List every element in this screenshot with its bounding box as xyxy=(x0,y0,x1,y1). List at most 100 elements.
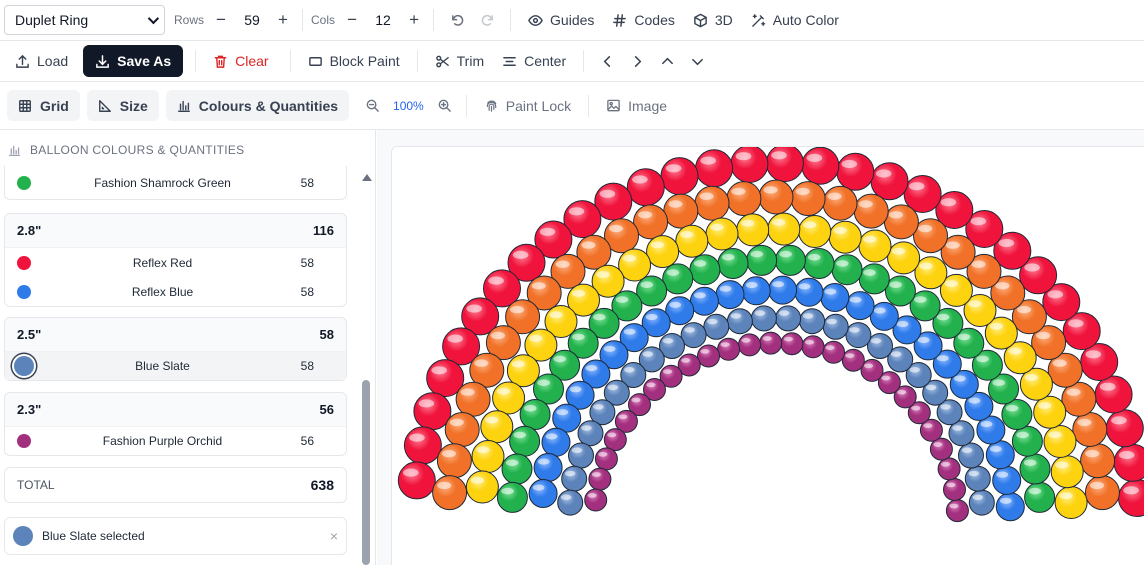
balloon[interactable] xyxy=(1043,425,1077,458)
auto-color-button[interactable]: Auto Color xyxy=(742,5,848,35)
balloon[interactable] xyxy=(603,428,627,452)
tab-size[interactable]: Size xyxy=(86,90,159,121)
balloon[interactable] xyxy=(594,447,618,471)
scroll-thumb[interactable] xyxy=(362,380,370,565)
cols-decrement-button[interactable]: − xyxy=(341,9,363,31)
balloon[interactable] xyxy=(533,453,563,482)
balloon[interactable] xyxy=(883,204,919,240)
balloon[interactable] xyxy=(858,263,890,295)
balloon[interactable] xyxy=(858,229,892,263)
balloon[interactable] xyxy=(1094,375,1133,414)
balloon[interactable] xyxy=(509,425,541,457)
balloon[interactable] xyxy=(768,275,798,305)
nudge-down-button[interactable] xyxy=(682,46,712,76)
colour-item[interactable]: Reflex Blue 58 xyxy=(5,277,346,306)
balloon[interactable] xyxy=(1084,475,1120,511)
balloon[interactable] xyxy=(799,308,826,335)
balloon[interactable] xyxy=(884,275,916,307)
guides-button[interactable]: Guides xyxy=(519,5,603,35)
balloon[interactable] xyxy=(794,277,824,307)
nudge-right-button[interactable] xyxy=(622,46,652,76)
balloon[interactable] xyxy=(662,263,694,295)
balloon[interactable] xyxy=(726,308,753,335)
balloon[interactable] xyxy=(584,488,608,512)
rows-value[interactable]: 59 xyxy=(232,12,272,28)
balloon[interactable] xyxy=(1118,479,1144,517)
balloon[interactable] xyxy=(480,410,514,444)
balloon[interactable] xyxy=(774,244,806,276)
balloon[interactable] xyxy=(694,185,730,221)
balloon[interactable] xyxy=(695,149,734,188)
codes-button[interactable]: Codes xyxy=(603,5,683,35)
balloon[interactable] xyxy=(937,457,961,481)
balloon[interactable] xyxy=(867,333,893,359)
center-button[interactable]: Center xyxy=(493,46,575,76)
balloon[interactable] xyxy=(738,333,761,357)
balloon[interactable] xyxy=(455,381,491,417)
scroll-up-arrow[interactable] xyxy=(362,174,372,181)
balloon[interactable] xyxy=(741,276,771,306)
balloon[interactable] xyxy=(675,224,709,258)
balloon[interactable] xyxy=(841,348,865,372)
balloon[interactable] xyxy=(958,442,984,469)
balloon[interactable] xyxy=(995,492,1025,522)
balloon[interactable] xyxy=(746,244,778,276)
balloon[interactable] xyxy=(436,443,472,479)
balloon[interactable] xyxy=(943,478,966,501)
balloon[interactable] xyxy=(413,392,452,431)
balloon[interactable] xyxy=(432,475,468,511)
block-paint-button[interactable]: Block Paint xyxy=(299,46,409,76)
balloon[interactable] xyxy=(715,280,745,310)
balloon[interactable] xyxy=(968,489,995,516)
balloon[interactable] xyxy=(541,427,571,457)
close-icon[interactable]: × xyxy=(330,528,338,544)
balloon[interactable] xyxy=(985,440,1015,470)
tab-colours-quantities[interactable]: Colours & Quantities xyxy=(165,90,350,121)
balloon[interactable] xyxy=(1019,453,1051,485)
design-select[interactable]: Duplet Ring xyxy=(4,5,165,35)
balloon[interactable] xyxy=(1072,412,1108,447)
balloon[interactable] xyxy=(561,465,588,492)
balloon[interactable] xyxy=(780,332,804,356)
zoom-out-button[interactable] xyxy=(357,91,387,121)
balloon[interactable] xyxy=(736,213,770,247)
balloon[interactable] xyxy=(1113,443,1144,482)
balloon[interactable] xyxy=(568,442,594,469)
balloon[interactable] xyxy=(680,322,707,349)
balloon[interactable] xyxy=(822,340,845,364)
balloon[interactable] xyxy=(767,212,801,246)
balloon[interactable] xyxy=(964,465,991,492)
image-button[interactable]: Image xyxy=(597,91,676,121)
balloon[interactable] xyxy=(1105,409,1144,448)
balloon[interactable] xyxy=(496,481,528,513)
balloon[interactable] xyxy=(801,335,825,359)
balloon-arch[interactable] xyxy=(392,147,1144,565)
balloon[interactable] xyxy=(703,313,730,340)
nudge-left-button[interactable] xyxy=(592,46,622,76)
balloon[interactable] xyxy=(689,286,719,316)
cols-value[interactable]: 12 xyxy=(363,12,403,28)
balloon[interactable] xyxy=(1050,455,1084,489)
balloon[interactable] xyxy=(528,479,558,508)
balloon[interactable] xyxy=(845,322,872,349)
balloon[interactable] xyxy=(836,152,875,191)
colour-item[interactable]: Fashion Shamrock Green 58 xyxy=(5,166,346,200)
balloon[interactable] xyxy=(1024,481,1056,513)
balloon[interactable] xyxy=(397,461,436,500)
balloon[interactable] xyxy=(803,248,835,279)
balloon[interactable] xyxy=(945,499,969,523)
balloon[interactable] xyxy=(471,440,505,473)
balloon[interactable] xyxy=(845,291,875,321)
colour-item-selected[interactable]: Blue Slate 58 xyxy=(5,352,346,380)
paint-lock-button[interactable]: Paint Lock xyxy=(475,91,580,121)
balloon[interactable] xyxy=(1033,395,1067,429)
balloon[interactable] xyxy=(798,215,832,248)
balloon[interactable] xyxy=(1054,486,1088,519)
balloon[interactable] xyxy=(557,489,584,516)
balloon[interactable] xyxy=(689,254,721,286)
balloon[interactable] xyxy=(465,470,499,504)
balloon[interactable] xyxy=(1080,443,1116,479)
balloon[interactable] xyxy=(726,181,762,217)
colour-item[interactable]: Reflex Red 58 xyxy=(5,248,346,277)
balloon[interactable] xyxy=(801,147,840,185)
